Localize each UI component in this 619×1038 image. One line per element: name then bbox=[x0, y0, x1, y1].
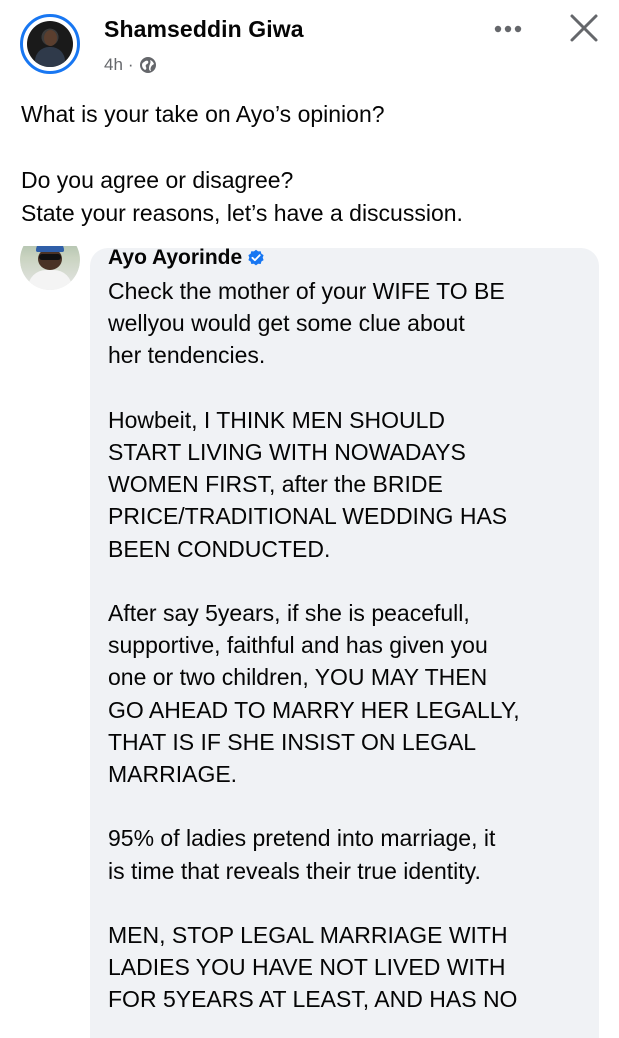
comment-line: one or two children, YOU MAY THEN bbox=[108, 664, 488, 691]
comment-line: MARRIAGE. bbox=[108, 761, 238, 788]
post-text-line: Do you agree or disagree? bbox=[21, 167, 294, 193]
comment-line: GO AHEAD TO MARRY HER LEGALLY, bbox=[108, 696, 520, 723]
globe-icon[interactable] bbox=[139, 56, 157, 74]
post-header: Shamseddin Giwa 4h · bbox=[0, 0, 619, 90]
comment-line: FOR 5YEARS AT LEAST, AND HAS NO bbox=[108, 986, 518, 1013]
close-icon bbox=[569, 13, 599, 48]
author-avatar[interactable] bbox=[20, 14, 80, 74]
comment-line: supportive, faithful and has given you bbox=[108, 632, 488, 659]
comment-line: is time that reveals their true identity… bbox=[108, 857, 481, 884]
comment-line: Check the mother of your WIFE TO BE bbox=[108, 278, 505, 304]
comment-line: After say 5years, if she is peacefull, bbox=[108, 600, 470, 626]
author-avatar-image bbox=[27, 21, 73, 67]
comment-text: Check the mother of your WIFE TO BE well… bbox=[108, 275, 592, 1016]
commenter-avatar[interactable] bbox=[20, 246, 80, 290]
verified-badge-icon bbox=[247, 249, 265, 267]
comment-author[interactable]: Ayo Ayorinde bbox=[108, 246, 265, 270]
more-horizontal-icon bbox=[494, 20, 522, 38]
post-text-line: State your reasons, let’s have a discuss… bbox=[21, 200, 463, 226]
commenter-avatar-image bbox=[20, 246, 80, 290]
comment-line: Howbeit, I THINK MEN SHOULD bbox=[108, 406, 445, 433]
more-options-button[interactable] bbox=[488, 14, 528, 44]
post-meta: 4h · bbox=[104, 55, 157, 75]
post-text-line: What is your take on Ayo’s opinion? bbox=[21, 101, 385, 127]
comment-line: LADIES YOU HAVE NOT LIVED WITH bbox=[108, 954, 506, 981]
comment-line: START LIVING WITH NOWADAYS bbox=[108, 439, 466, 465]
comment-line: PRICE/TRADITIONAL WEDDING HAS bbox=[108, 503, 508, 530]
comment-line: THAT IS IF SHE INSIST ON LEGAL bbox=[108, 728, 477, 755]
comment-line: wellyou would get some clue about bbox=[108, 310, 465, 337]
comment-line: MEN, STOP LEGAL MARRIAGE WITH bbox=[108, 922, 508, 948]
comment-line: WOMEN FIRST, after the BRIDE bbox=[108, 471, 443, 498]
author-name[interactable]: Shamseddin Giwa bbox=[104, 16, 304, 43]
comment-line: BEEN CONDUCTED. bbox=[108, 535, 331, 562]
close-button[interactable] bbox=[562, 8, 606, 52]
post-text: What is your take on Ayo’s opinion? Do y… bbox=[21, 98, 601, 230]
comment-line: 95% of ladies pretend into marriage, it bbox=[108, 825, 496, 852]
comment-author-name[interactable]: Ayo Ayorinde bbox=[108, 246, 242, 270]
meta-separator: · bbox=[127, 55, 134, 74]
post-time[interactable]: 4h bbox=[104, 55, 123, 75]
comment-line: her tendencies. bbox=[108, 342, 266, 369]
